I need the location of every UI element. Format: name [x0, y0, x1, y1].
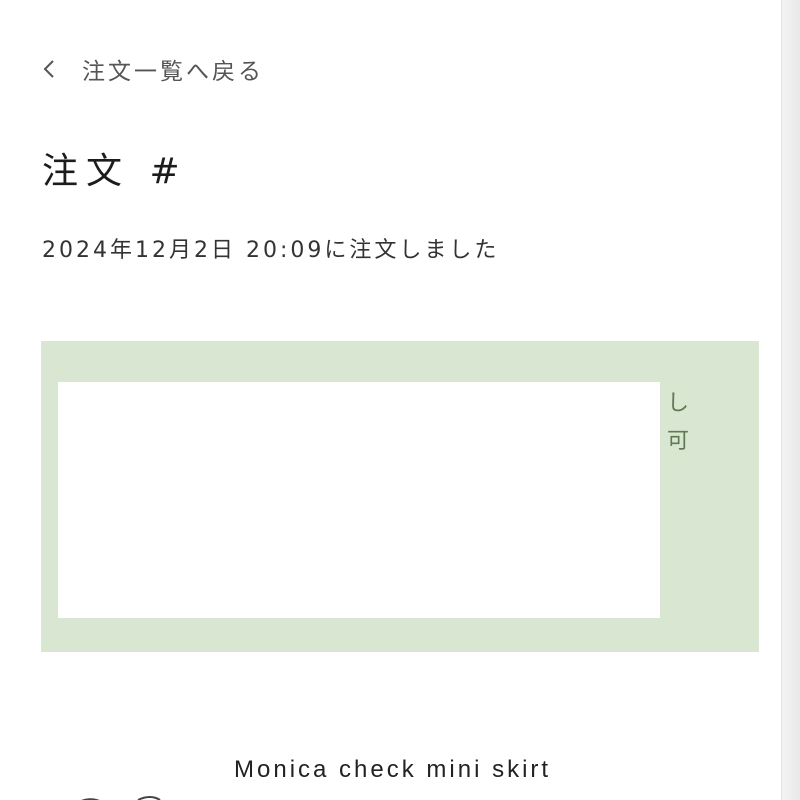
back-link-label: 注文一覧へ戻る [82, 59, 264, 85]
order-detail-page: 注文一覧へ戻る 注文 # 2024年12月2日 20:09に注文しました し 可… [0, 0, 800, 800]
order-status-panel: し 可 [41, 341, 759, 652]
product-thumbnail [81, 796, 161, 800]
status-side-char: 可 [667, 429, 690, 454]
scrollbar-track[interactable] [781, 0, 800, 800]
line-item-name[interactable]: Monica check mini skirt [234, 756, 551, 784]
page-title: 注文 # [42, 151, 188, 192]
status-side-text: し 可 [667, 385, 707, 461]
order-placed-date: 2024年12月2日 20:09に注文しました [42, 238, 500, 263]
status-content-box [58, 382, 660, 618]
chevron-left-icon [42, 58, 68, 80]
back-to-orders-link[interactable]: 注文一覧へ戻る [42, 52, 264, 86]
status-side-char: し [667, 391, 690, 416]
